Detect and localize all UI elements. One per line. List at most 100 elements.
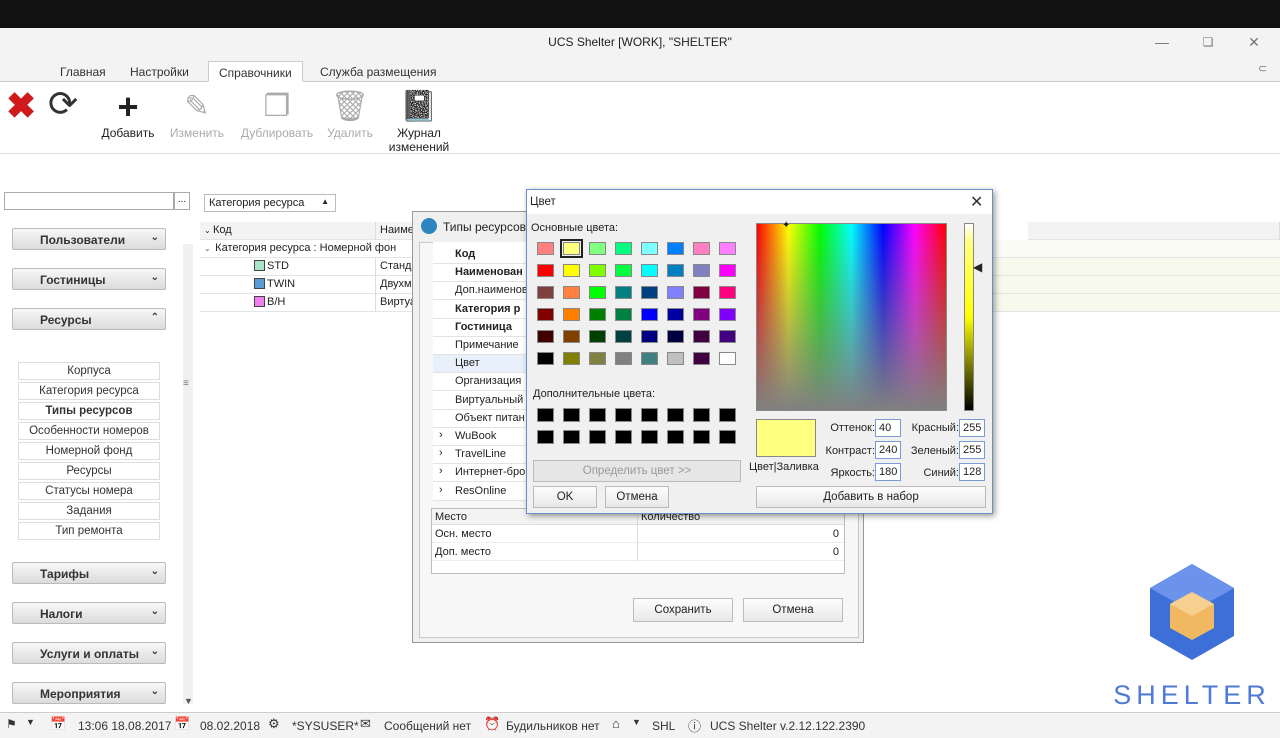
- sidebar-search-input[interactable]: [4, 192, 174, 210]
- sidebar-item-room-features[interactable]: Особенности номеров: [18, 422, 160, 440]
- scroll-down-icon[interactable]: ▼: [184, 696, 193, 706]
- minimize-icon[interactable]: —: [1150, 32, 1174, 52]
- luminance-slider[interactable]: [964, 223, 974, 411]
- basic-color-swatch[interactable]: [563, 286, 580, 299]
- sidebar-item-resource-category[interactable]: Категория ресурса: [18, 382, 160, 400]
- close-icon[interactable]: ✕: [970, 192, 983, 212]
- basic-color-swatch[interactable]: [537, 308, 554, 321]
- col-header-name[interactable]: Наиме: [376, 222, 416, 240]
- basic-color-swatch[interactable]: [641, 242, 658, 255]
- restore-icon[interactable]: ❏: [1196, 32, 1220, 52]
- basic-color-swatch[interactable]: [563, 352, 580, 365]
- basic-color-swatch[interactable]: [589, 242, 606, 255]
- basic-color-swatch[interactable]: [641, 264, 658, 277]
- col-header-code[interactable]: ⌄ Код: [200, 222, 376, 240]
- basic-color-swatch[interactable]: [560, 239, 583, 258]
- table-row[interactable]: B/H: [200, 294, 376, 312]
- section-users[interactable]: Пользователи ⌄: [12, 228, 166, 250]
- basic-color-swatch[interactable]: [719, 352, 736, 365]
- basic-color-swatch[interactable]: [693, 264, 710, 277]
- basic-color-swatch[interactable]: [615, 352, 632, 365]
- property-row[interactable]: Категория р: [433, 301, 533, 319]
- add-button[interactable]: + Добавить: [93, 88, 163, 141]
- expand-arrow-icon[interactable]: ›: [439, 447, 443, 459]
- basic-color-swatch[interactable]: [667, 352, 684, 365]
- sidebar-item-resources[interactable]: Ресурсы: [18, 462, 160, 480]
- color-cancel-button[interactable]: Отмена: [605, 486, 669, 508]
- sidebar-item-repair-type[interactable]: Тип ремонта: [18, 522, 160, 540]
- basic-color-swatch[interactable]: [615, 286, 632, 299]
- sidebar-item-room-stock[interactable]: Номерной фонд: [18, 442, 160, 460]
- basic-color-swatch[interactable]: [667, 308, 684, 321]
- basic-color-swatch[interactable]: [641, 330, 658, 343]
- custom-color-swatch[interactable]: [589, 430, 606, 444]
- basic-color-swatch[interactable]: [641, 308, 658, 321]
- collapse-ribbon-icon[interactable]: ⊂: [1258, 62, 1267, 75]
- basic-color-swatch[interactable]: [537, 352, 554, 365]
- property-row[interactable]: Гостиница: [433, 319, 533, 337]
- expand-arrow-icon[interactable]: ›: [439, 465, 443, 477]
- basic-color-swatch[interactable]: [537, 330, 554, 343]
- basic-color-swatch[interactable]: [667, 242, 684, 255]
- section-resources[interactable]: Ресурсы ⌃: [12, 308, 166, 330]
- property-row[interactable]: WuBook ›: [433, 428, 533, 446]
- close-icon[interactable]: ✕: [1242, 32, 1266, 52]
- basic-color-swatch[interactable]: [563, 264, 580, 277]
- custom-color-swatch[interactable]: [667, 408, 684, 422]
- sidebar-item-resource-types[interactable]: Типы ресурсов: [18, 402, 160, 420]
- cancel-button[interactable]: Отмена: [743, 598, 843, 622]
- ok-button[interactable]: OK: [533, 486, 597, 508]
- edit-button[interactable]: ✎ Изменить: [162, 88, 232, 140]
- basic-color-swatch[interactable]: [589, 352, 606, 365]
- delete-button[interactable]: 🗑 Удалить: [315, 88, 385, 140]
- basic-color-swatch[interactable]: [563, 308, 580, 321]
- table-row[interactable]: TWIN: [200, 276, 376, 294]
- custom-color-swatch[interactable]: [667, 430, 684, 444]
- basic-color-swatch[interactable]: [719, 264, 736, 277]
- basic-color-swatch[interactable]: [693, 352, 710, 365]
- define-color-button[interactable]: Определить цвет >>: [533, 460, 741, 482]
- flag-icon[interactable]: ⚑: [6, 717, 17, 731]
- property-row[interactable]: Интернет-бро ›: [433, 464, 533, 483]
- basic-color-swatch[interactable]: [693, 242, 710, 255]
- basic-color-swatch[interactable]: [589, 308, 606, 321]
- section-tariffs[interactable]: Тарифы ⌄: [12, 562, 166, 584]
- color-spectrum[interactable]: [756, 223, 947, 411]
- property-row[interactable]: Виртуальный: [433, 392, 533, 410]
- basic-color-swatch[interactable]: [615, 264, 632, 277]
- basic-color-swatch[interactable]: [563, 330, 580, 343]
- custom-color-swatch[interactable]: [615, 430, 632, 444]
- custom-color-swatch[interactable]: [693, 430, 710, 444]
- expand-arrow-icon[interactable]: ›: [439, 484, 443, 496]
- custom-color-swatch[interactable]: [615, 408, 632, 422]
- sidebar-scrollbar[interactable]: [183, 244, 193, 704]
- custom-color-swatch[interactable]: [589, 408, 606, 422]
- property-row[interactable]: ResOnline ›: [433, 483, 533, 501]
- basic-color-swatch[interactable]: [667, 286, 684, 299]
- dropdown-arrow-icon[interactable]: ▼: [26, 717, 35, 727]
- qty-cell[interactable]: 0: [638, 525, 844, 543]
- save-button[interactable]: Сохранить: [633, 598, 733, 622]
- blue-input[interactable]: 128: [959, 463, 985, 481]
- search-ellipsis-button[interactable]: ...: [174, 192, 190, 210]
- custom-color-swatch[interactable]: [563, 408, 580, 422]
- sidebar-item-buildings[interactable]: Корпуса: [18, 362, 160, 380]
- basic-color-swatch[interactable]: [537, 264, 554, 277]
- property-row[interactable]: Организация: [433, 373, 533, 392]
- tab-main[interactable]: Главная: [50, 61, 116, 82]
- custom-color-swatch[interactable]: [719, 408, 736, 422]
- basic-color-swatch[interactable]: [615, 308, 632, 321]
- add-to-custom-button[interactable]: Добавить в набор: [756, 486, 986, 508]
- basic-color-swatch[interactable]: [719, 308, 736, 321]
- sidebar-item-tasks[interactable]: Задания: [18, 502, 160, 520]
- section-hotels[interactable]: Гостиницы ⌄: [12, 268, 166, 290]
- luminance-input[interactable]: 180: [875, 463, 901, 481]
- basic-color-swatch[interactable]: [693, 330, 710, 343]
- table-row[interactable]: STD: [200, 258, 376, 276]
- basic-color-swatch[interactable]: [719, 242, 736, 255]
- custom-color-swatch[interactable]: [563, 430, 580, 444]
- property-row[interactable]: TravelLine ›: [433, 446, 533, 465]
- place-cell[interactable]: Доп. место: [432, 543, 638, 561]
- property-row[interactable]: Код: [433, 246, 533, 264]
- basic-color-swatch[interactable]: [693, 308, 710, 321]
